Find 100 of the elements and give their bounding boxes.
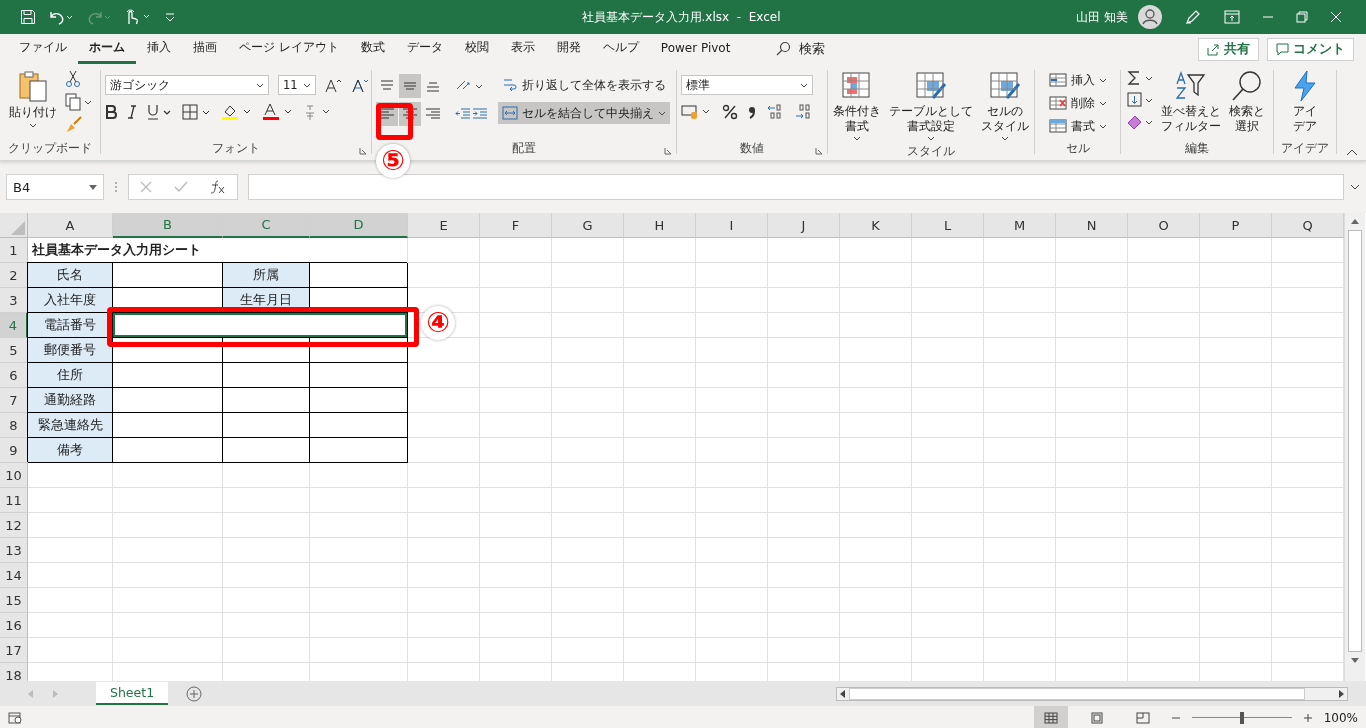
ribbon-tab[interactable]: ファイル [8,34,78,64]
row-header[interactable]: 16 [0,613,28,638]
column-header[interactable]: L [912,213,984,238]
ribbon-tab[interactable]: ヘルプ [591,34,650,64]
sheet-tab[interactable]: Sheet1 [96,682,169,705]
editing-button[interactable]: 検索と 選択 [1227,68,1267,136]
column-header[interactable]: M [984,213,1056,238]
name-box[interactable]: B4 [6,174,104,200]
column-header[interactable]: G [552,213,624,238]
row-header[interactable]: 12 [0,513,28,538]
dialog-launcher-icon[interactable] [664,147,672,155]
column-header[interactable]: B [113,213,223,238]
row-header[interactable]: 4 [0,313,28,338]
row-header[interactable]: 13 [0,538,28,563]
wrap-text-button[interactable]: 折り返して全体を表示する [498,74,670,96]
underline-icon[interactable] [147,104,173,120]
merge-center-button[interactable]: セルを結合して中央揃え [498,102,670,124]
decrease-font-icon[interactable] [352,77,370,93]
ribbon-tab[interactable]: Power Pivot [649,35,742,63]
avatar-icon[interactable] [1138,5,1162,29]
column-header[interactable]: C [223,213,310,238]
cell-command-button[interactable]: 挿入 [1048,70,1107,90]
ribbon-tab[interactable]: 表示 [499,34,546,64]
search-icon[interactable] [775,41,792,57]
row-header[interactable]: 6 [0,363,28,388]
cut-icon[interactable] [65,70,81,88]
row-header[interactable]: 15 [0,588,28,613]
row-header[interactable]: 1 [0,238,28,263]
ribbon-tab[interactable]: 挿入 [136,34,182,64]
style-button[interactable]: テーブルとして 書式設定 [887,68,975,143]
comma-style-icon[interactable] [747,104,757,120]
row-header[interactable]: 11 [0,488,28,513]
column-header[interactable]: E [408,213,480,238]
add-sheet-icon[interactable] [186,685,203,702]
search-label[interactable]: 検索 [799,40,826,58]
column-header[interactable]: J [768,213,840,238]
pen-icon[interactable] [1184,8,1202,26]
italic-icon[interactable] [126,105,138,119]
view-button[interactable] [1033,706,1068,728]
column-header[interactable]: K [840,213,912,238]
autosum-icon[interactable] [1127,70,1155,86]
row-header[interactable]: 18 [0,663,28,681]
collapse-ribbon-icon[interactable] [1346,148,1358,156]
column-header[interactable]: P [1200,213,1272,238]
style-button[interactable]: 条件付き 書式 [831,68,883,143]
row-header[interactable]: 3 [0,288,28,313]
touch-mode-icon[interactable] [124,8,152,26]
horizontal-scrollbar[interactable] [836,686,1348,701]
percent-icon[interactable] [722,104,738,120]
row-header[interactable]: 17 [0,638,28,663]
close-icon[interactable] [1330,11,1342,23]
zoom-level[interactable]: 100% [1323,710,1358,725]
column-header[interactable]: I [696,213,768,238]
scroll-up-icon[interactable] [1351,219,1359,224]
formula-input[interactable] [248,174,1344,200]
function-icon[interactable] [210,180,226,194]
font-name-field[interactable]: 游ゴシック [105,75,269,95]
format-painter-icon[interactable] [65,116,83,134]
column-header[interactable]: N [1056,213,1128,238]
share-button[interactable]: 共有 [1198,37,1259,61]
fill-down-icon[interactable] [1127,92,1155,108]
ideas-button[interactable]: アイ デア [1290,68,1320,136]
column-header[interactable]: H [624,213,696,238]
ribbon-tab[interactable]: 数式 [349,34,396,64]
font-color-icon[interactable] [262,103,294,121]
scroll-down-icon[interactable] [1351,658,1359,663]
drag-handle-icon[interactable] [114,181,118,193]
dialog-launcher-icon[interactable] [359,147,367,155]
selected-cell[interactable] [113,313,407,337]
bold-icon[interactable] [105,105,117,119]
cell-command-button[interactable]: 削除 [1048,93,1107,113]
column-header[interactable]: Q [1272,213,1344,238]
macro-record-icon[interactable] [8,711,22,724]
row-header[interactable]: 14 [0,563,28,588]
vertical-scrollbar[interactable] [1344,213,1365,681]
column-header[interactable]: A [28,213,113,238]
row-header[interactable]: 8 [0,413,28,438]
undo-icon[interactable] [48,9,74,25]
scroll-right-icon[interactable] [1339,689,1344,698]
ribbon-tab[interactable]: 描画 [182,34,228,64]
ribbon-tab[interactable]: 校閲 [453,34,500,64]
zoom-in-icon[interactable] [1303,713,1312,722]
comment-button[interactable]: コメント [1267,37,1354,61]
ribbon-display-icon[interactable] [1224,10,1240,24]
editing-button[interactable]: 並べ替えと フィルター [1159,68,1223,136]
row-header[interactable]: 9 [0,438,28,463]
restore-icon[interactable] [1296,11,1308,23]
scroll-left-icon[interactable] [840,689,845,698]
row-header[interactable]: 10 [0,463,28,488]
row-header[interactable]: 2 [0,263,28,288]
borders-icon[interactable] [182,104,212,120]
cell-command-button[interactable]: 書式 [1048,116,1107,136]
style-button[interactable]: セルの スタイル [979,68,1031,143]
number-format-field[interactable]: 標準 [681,75,813,95]
fill-color-icon[interactable] [221,103,253,121]
ribbon-tab[interactable]: 開発 [545,34,592,64]
column-header[interactable]: O [1128,213,1200,238]
row-header[interactable]: 7 [0,388,28,413]
row-header[interactable]: 5 [0,338,28,363]
increase-font-icon[interactable] [325,77,343,93]
